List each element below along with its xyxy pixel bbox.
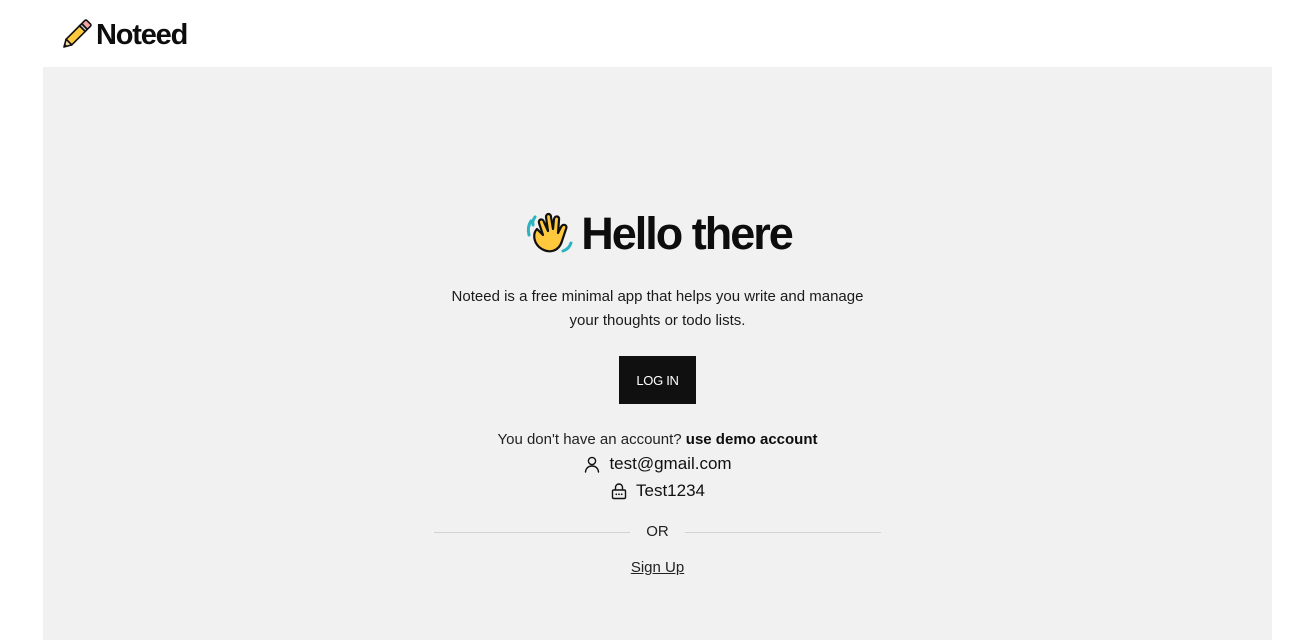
demo-password: Test1234 — [636, 481, 705, 500]
demo-email: test@gmail.com — [609, 454, 732, 473]
user-icon — [583, 455, 601, 473]
logo-text: Noteed — [96, 18, 188, 51]
use-demo-account-link[interactable]: use demo account — [686, 431, 818, 448]
signup-row: Sign Up — [43, 559, 1272, 576]
lock-icon — [610, 482, 628, 500]
hero: Hello there — [43, 207, 1272, 261]
page-title: Hello there — [581, 208, 794, 259]
account-prompt: You don't have an account? use demo acco… — [43, 431, 1272, 448]
header: Noteed — [0, 0, 1313, 67]
divider-line — [684, 531, 881, 533]
divider-line — [434, 531, 631, 533]
waving-hand-icon — [523, 207, 577, 261]
or-label: OR — [646, 523, 669, 540]
or-divider: OR — [434, 522, 881, 542]
description-line: Noteed is a free minimal app that helps … — [451, 288, 864, 305]
pencil-icon — [58, 17, 94, 53]
app-description: Noteed is a free minimal app that helps … — [43, 285, 1272, 333]
login-button[interactable]: LOG IN — [619, 356, 696, 404]
description-line: your thoughts or todo lists. — [569, 312, 746, 329]
main-panel: Hello there Noteed is a free minimal app… — [43, 67, 1272, 640]
account-prompt-text: You don't have an account? — [497, 431, 682, 448]
logo[interactable]: Noteed — [58, 16, 188, 54]
sign-up-link[interactable]: Sign Up — [631, 559, 684, 576]
demo-password-row: Test1234 — [43, 481, 1272, 501]
demo-email-row: test@gmail.com — [43, 454, 1272, 474]
